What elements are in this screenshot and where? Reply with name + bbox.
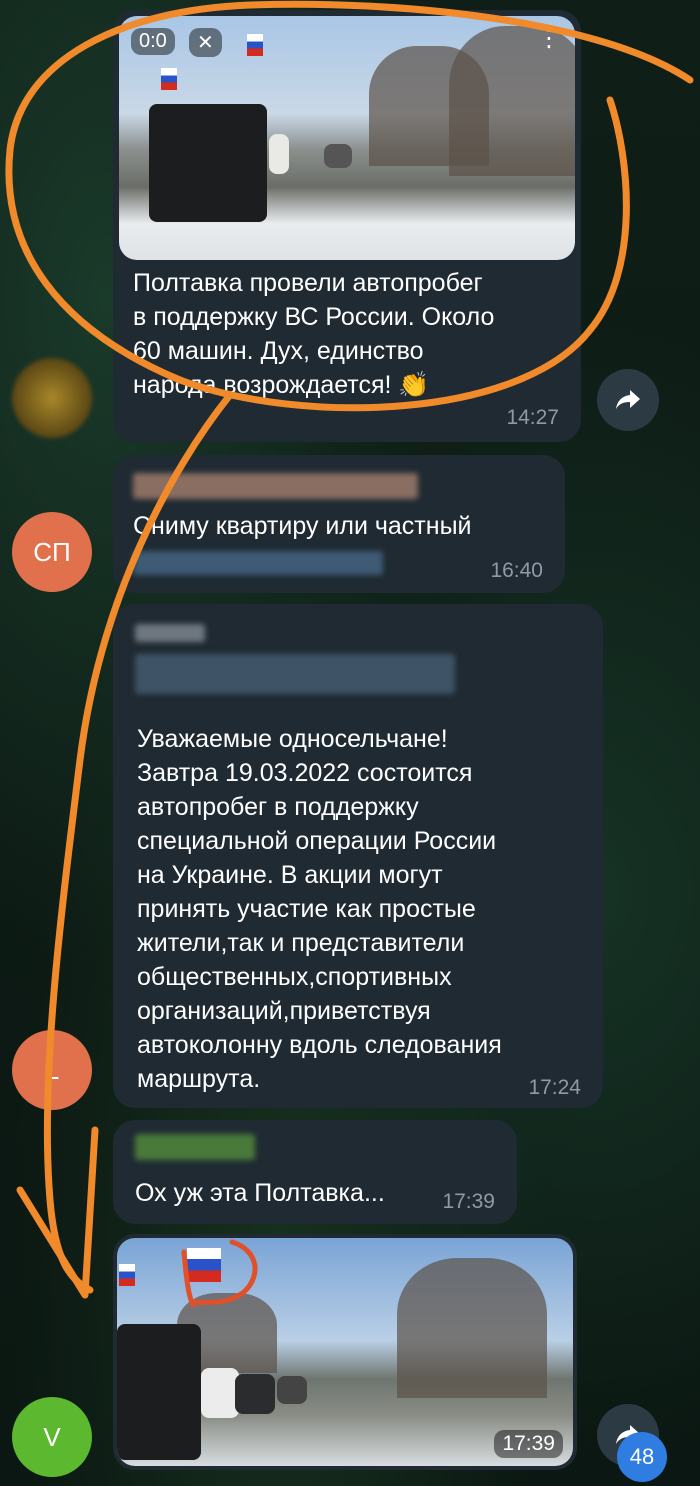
message-text-3: Уважаемые односельчане! Завтра 19.03.202… — [137, 725, 502, 1093]
sender-name-blurred — [135, 1134, 255, 1160]
message-text-4: Ох уж эта Полтавка... — [135, 1179, 385, 1207]
message-text-1: Полтавка провели автопробег в поддержку … — [133, 269, 495, 399]
message-bubble-2[interactable]: Сниму квартиру или частный 16:40 — [113, 455, 565, 593]
video-time: 17:39 — [494, 1430, 563, 1458]
unread-badge[interactable]: 48 — [617, 1432, 667, 1482]
sender-name-blurred — [133, 473, 418, 499]
forward-button-1[interactable] — [597, 369, 659, 431]
message-bubble-3[interactable]: Уважаемые односельчане! Завтра 19.03.202… — [113, 604, 603, 1108]
video-duration: 0:0 — [131, 28, 175, 55]
message-text-2: Сниму квартиру или частный — [133, 512, 472, 540]
video-thumbnail-1[interactable]: 0:0 ✕ ⋮ — [119, 16, 575, 260]
message-bubble-5[interactable]: 17:39 — [113, 1234, 577, 1470]
avatar-sp[interactable]: СП — [12, 512, 92, 592]
message-time-4: 17:39 — [442, 1190, 495, 1213]
video-thumbnail-2[interactable]: 17:39 — [117, 1238, 573, 1466]
avatar-v[interactable]: V — [12, 1397, 92, 1477]
message-bubble-4[interactable]: Ох уж эта Полтавка... 17:39 — [113, 1120, 517, 1224]
mute-icon[interactable]: ✕ — [189, 28, 222, 57]
avatar-blurred[interactable] — [12, 358, 92, 438]
message-time-1: 14:27 — [506, 406, 559, 429]
message-bubble-1[interactable]: 0:0 ✕ ⋮ Полтавка провели автопробег в по… — [113, 10, 581, 442]
sender-name-blurred — [135, 624, 205, 642]
avatar-l[interactable]: L — [12, 1030, 92, 1110]
more-options-icon[interactable]: ⋮ — [537, 27, 561, 51]
reply-quote-blurred — [135, 654, 455, 694]
message-time-3: 17:24 — [528, 1076, 581, 1099]
message-time-2: 16:40 — [490, 559, 543, 582]
message-text-blurred — [133, 551, 383, 575]
